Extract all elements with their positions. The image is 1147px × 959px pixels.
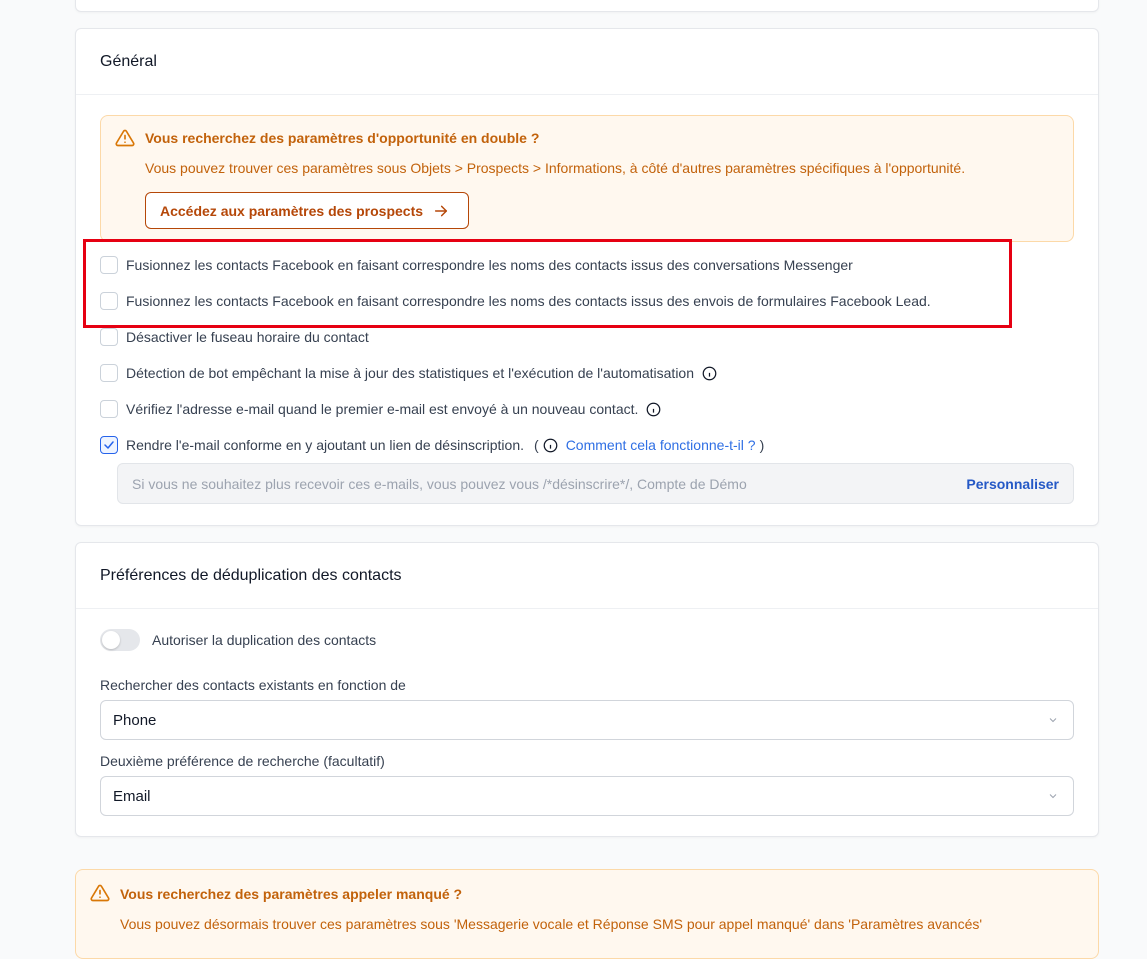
duplicate-opportunity-alert: Vous recherchez des paramètres d'opportu… bbox=[100, 115, 1074, 242]
option-bot-detection[interactable]: Détection de bot empêchant la mise à jou… bbox=[100, 363, 717, 383]
option-label: Rendre l'e-mail conforme en y ajoutant u… bbox=[126, 437, 525, 453]
disable-timezone-checkbox[interactable] bbox=[100, 328, 118, 346]
option-label: Désactiver le fuseau horaire du contact bbox=[126, 329, 369, 345]
unsubscribe-text-field[interactable]: Si vous ne souhaitez plus recevoir ces e… bbox=[117, 463, 1074, 504]
info-icon[interactable] bbox=[646, 402, 661, 417]
dedup-section-title: Préférences de déduplication des contact… bbox=[76, 543, 1098, 609]
merge-messenger-checkbox[interactable] bbox=[100, 256, 118, 274]
alert-title: Vous recherchez des paramètres d'opportu… bbox=[145, 130, 540, 146]
general-section-title: Général bbox=[76, 29, 1098, 95]
info-icon[interactable] bbox=[543, 438, 558, 453]
go-to-prospect-settings-button[interactable]: Accédez aux paramètres des prospects bbox=[145, 192, 469, 229]
missed-call-alert: Vous recherchez des paramètres appeler m… bbox=[75, 869, 1099, 959]
second-preference-select[interactable]: Email bbox=[100, 776, 1074, 816]
how-it-works-link[interactable]: Comment cela fonctionne-t-il ? bbox=[566, 437, 756, 453]
alert-description: Vous pouvez trouver ces paramètres sous … bbox=[145, 160, 966, 176]
go-to-prospect-settings-label: Accédez aux paramètres des prospects bbox=[160, 202, 424, 219]
toggle-knob bbox=[102, 631, 120, 649]
warning-triangle-icon bbox=[90, 884, 110, 902]
checkmark-icon bbox=[104, 441, 114, 449]
paren-close: ) bbox=[759, 437, 765, 453]
option-label: Fusionnez les contacts Facebook en faisa… bbox=[126, 293, 931, 309]
chevron-down-icon bbox=[1049, 794, 1057, 799]
general-settings-card: Général Vous recherchez des paramètres d… bbox=[75, 28, 1099, 526]
search-preference-select[interactable]: Phone bbox=[100, 700, 1074, 740]
option-unsubscribe-link[interactable]: Rendre l'e-mail conforme en y ajoutant u… bbox=[100, 435, 764, 455]
previous-section-card bbox=[75, 0, 1099, 12]
merge-lead-forms-checkbox[interactable] bbox=[100, 292, 118, 310]
search-field-label: Rechercher des contacts existants en fon… bbox=[100, 677, 406, 693]
option-merge-facebook-lead-forms[interactable]: Fusionnez les contacts Facebook en faisa… bbox=[100, 291, 931, 311]
warning-triangle-icon bbox=[115, 129, 135, 147]
allow-duplicates-toggle[interactable] bbox=[100, 629, 140, 651]
unsubscribe-text: Si vous ne souhaitez plus recevoir ces e… bbox=[132, 475, 747, 492]
option-disable-contact-timezone[interactable]: Désactiver le fuseau horaire du contact bbox=[100, 327, 369, 347]
second-preference-value: Email bbox=[113, 787, 151, 805]
option-verify-email[interactable]: Vérifiez l'adresse e-mail quand le premi… bbox=[100, 399, 661, 419]
unsubscribe-link-checkbox[interactable] bbox=[100, 436, 118, 454]
option-label: Détection de bot empêchant la mise à jou… bbox=[126, 365, 695, 381]
chevron-down-icon bbox=[1049, 718, 1057, 723]
missed-call-alert-description: Vous pouvez désormais trouver ces paramè… bbox=[120, 916, 983, 932]
allow-duplicates-row[interactable]: Autoriser la duplication des contacts bbox=[100, 629, 376, 651]
allow-duplicates-label: Autoriser la duplication des contacts bbox=[152, 632, 377, 648]
option-merge-facebook-messenger[interactable]: Fusionnez les contacts Facebook en faisa… bbox=[100, 255, 853, 275]
info-icon[interactable] bbox=[702, 366, 717, 381]
customize-button[interactable]: Personnaliser bbox=[966, 476, 1059, 492]
arrow-right-icon bbox=[434, 205, 448, 216]
missed-call-alert-title: Vous recherchez des paramètres appeler m… bbox=[120, 886, 463, 902]
bot-detection-checkbox[interactable] bbox=[100, 364, 118, 382]
contact-dedup-card: Préférences de déduplication des contact… bbox=[75, 542, 1099, 837]
second-preference-label: Deuxième préférence de recherche (facult… bbox=[100, 753, 385, 769]
search-preference-value: Phone bbox=[113, 711, 157, 729]
paren-open: ( bbox=[534, 437, 539, 453]
option-label: Fusionnez les contacts Facebook en faisa… bbox=[126, 257, 853, 273]
verify-email-checkbox[interactable] bbox=[100, 400, 118, 418]
option-label: Vérifiez l'adresse e-mail quand le premi… bbox=[126, 401, 639, 417]
